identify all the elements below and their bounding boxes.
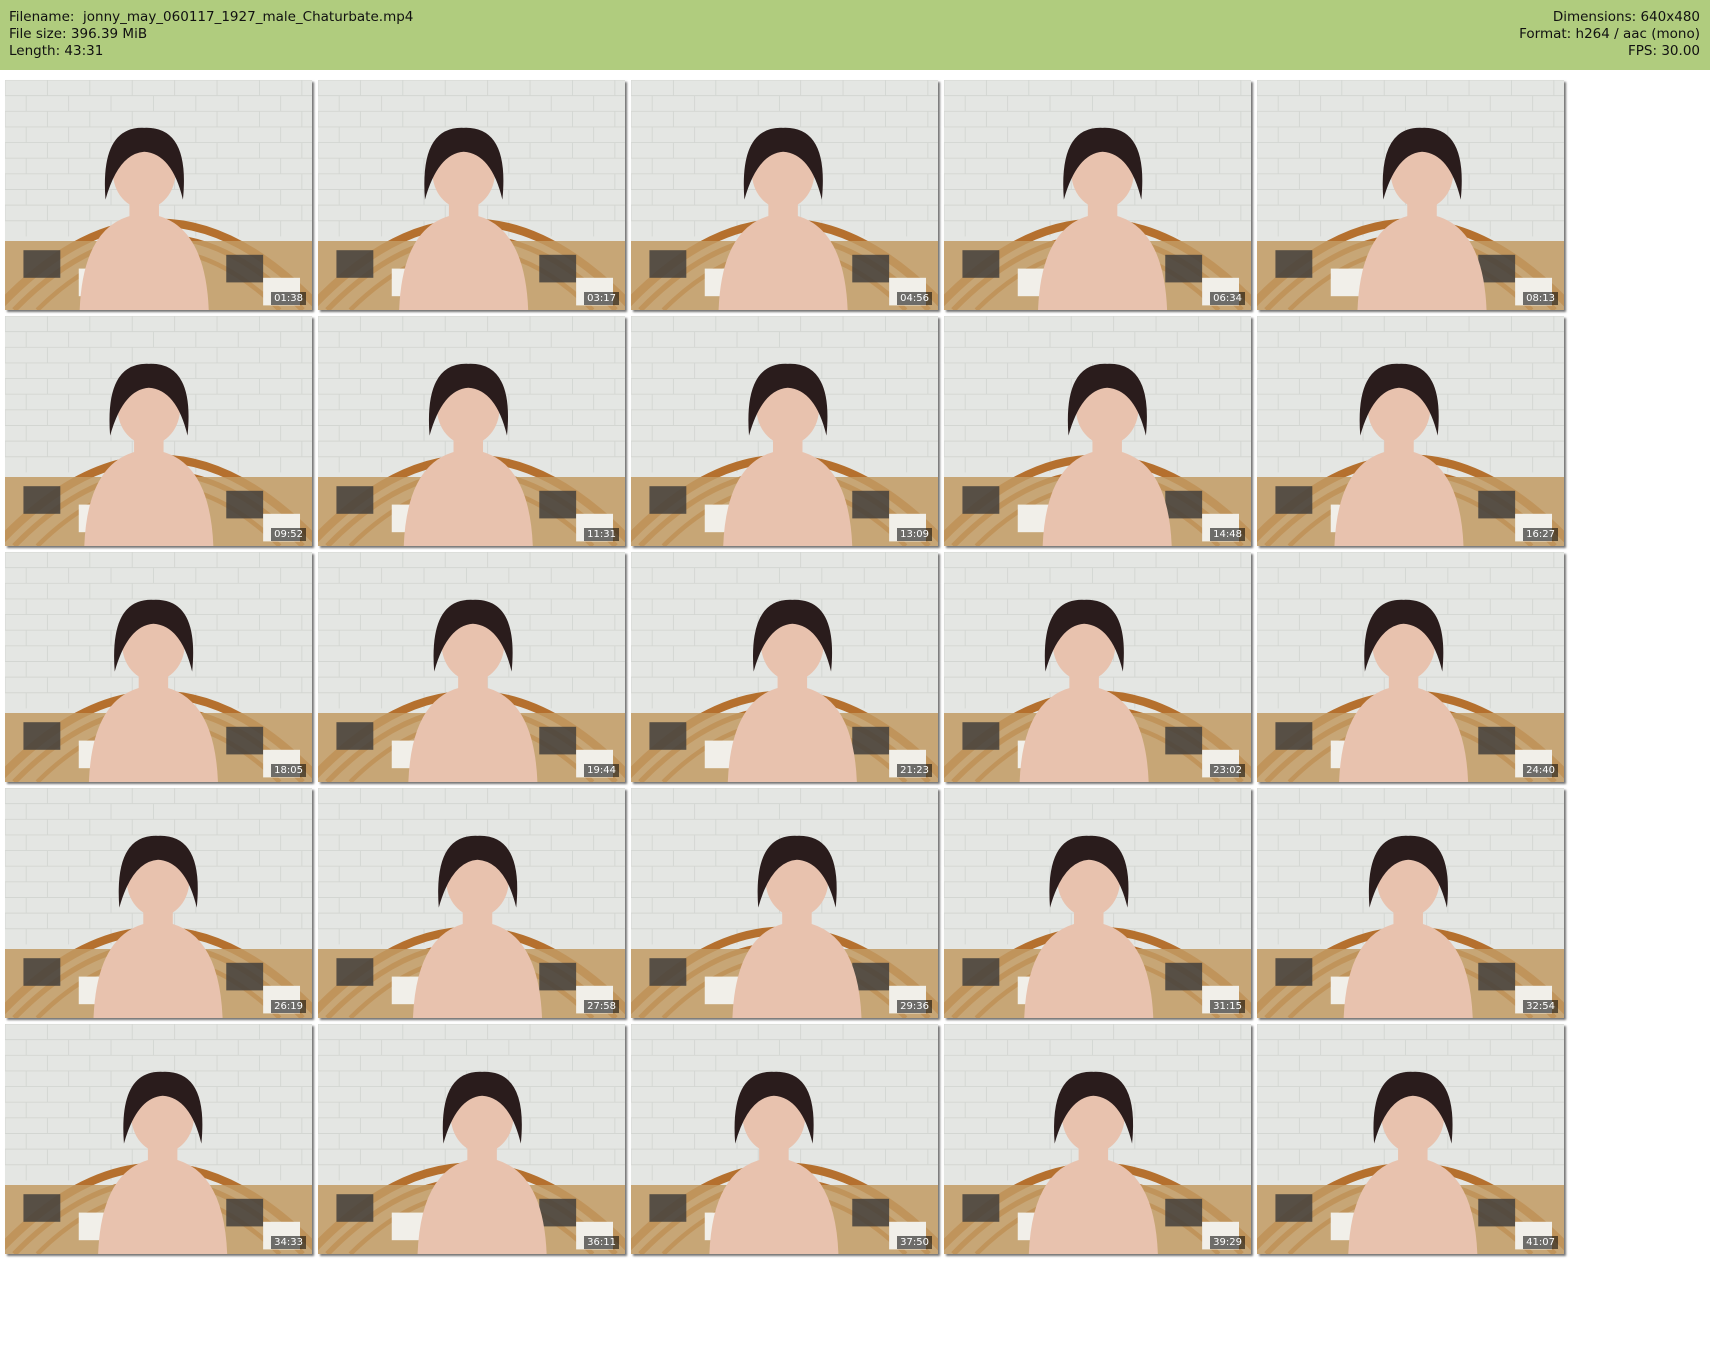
timestamp-label: 16:27: [1523, 528, 1558, 541]
timestamp-label: 26:19: [271, 1000, 306, 1013]
thumbnail: 29:36: [631, 788, 938, 1018]
timestamp-label: 19:44: [584, 764, 619, 777]
fps-label: FPS:: [1628, 43, 1658, 59]
thumbnail-image: [318, 552, 625, 782]
thumbnail-image: [5, 1024, 312, 1254]
timestamp-label: 37:50: [897, 1236, 932, 1249]
filename-value: jonny_may_060117_1927_male_Chaturbate.mp…: [83, 9, 414, 25]
thumbnail: 14:48: [944, 316, 1251, 546]
thumbnail: 11:31: [318, 316, 625, 546]
thumbnail-image: [1257, 552, 1564, 782]
thumbnail: 23:02: [944, 552, 1251, 782]
timestamp-label: 01:38: [271, 292, 306, 305]
thumbnail: 37:50: [631, 1024, 938, 1254]
length-row: Length: 43:31: [9, 43, 413, 60]
timestamp-label: 29:36: [897, 1000, 932, 1013]
format-row: Format: h264 / aac (mono): [1519, 26, 1700, 43]
filename-row: Filename: jonny_may_060117_1927_male_Cha…: [9, 9, 413, 26]
thumbnail-image: [1257, 80, 1564, 310]
timestamp-label: 03:17: [584, 292, 619, 305]
thumbnail-grid: 01:38 03:17 04:56 06:34 08:13 09:52 11:3…: [5, 80, 1705, 1365]
timestamp-label: 04:56: [897, 292, 932, 305]
thumbnail: 13:09: [631, 316, 938, 546]
timestamp-label: 32:54: [1523, 1000, 1558, 1013]
thumbnail-image: [631, 316, 938, 546]
thumbnail-image: [944, 80, 1251, 310]
timestamp-label: 14:48: [1210, 528, 1245, 541]
thumbnail-image: [318, 316, 625, 546]
timestamp-label: 24:40: [1523, 764, 1558, 777]
thumbnail-image: [944, 788, 1251, 1018]
thumbnail: 06:34: [944, 80, 1251, 310]
thumbnail: 16:27: [1257, 316, 1564, 546]
dimensions-label: Dimensions:: [1552, 9, 1637, 25]
thumbnail: 18:05: [5, 552, 312, 782]
thumbnail-image: [631, 552, 938, 782]
file-info-right: Dimensions: 640x480 Format: h264 / aac (…: [1519, 9, 1700, 60]
timestamp-label: 18:05: [271, 764, 306, 777]
filesize-label: File size:: [9, 26, 67, 42]
thumbnail: 36:11: [318, 1024, 625, 1254]
thumbnail-image: [631, 788, 938, 1018]
thumbnail-image: [318, 1024, 625, 1254]
thumbnail: 24:40: [1257, 552, 1564, 782]
thumbnail-image: [1257, 788, 1564, 1018]
timestamp-label: 23:02: [1210, 764, 1245, 777]
thumbnail: 08:13: [1257, 80, 1564, 310]
timestamp-label: 27:58: [584, 1000, 619, 1013]
thumbnail: 01:38: [5, 80, 312, 310]
timestamp-label: 13:09: [897, 528, 932, 541]
thumbnail-image: [318, 80, 625, 310]
timestamp-label: 11:31: [584, 528, 619, 541]
filesize-row: File size: 396.39 MiB: [9, 26, 413, 43]
thumbnail-image: [1257, 1024, 1564, 1254]
thumbnail: 04:56: [631, 80, 938, 310]
thumbnail: 34:33: [5, 1024, 312, 1254]
fps-value: 30.00: [1661, 43, 1700, 59]
timestamp-label: 36:11: [584, 1236, 619, 1249]
filesize-value: 396.39 MiB: [70, 26, 148, 42]
length-value: 43:31: [64, 43, 104, 59]
timestamp-label: 34:33: [271, 1236, 306, 1249]
thumbnail: 21:23: [631, 552, 938, 782]
thumbnail-image: [631, 80, 938, 310]
fps-row: FPS: 30.00: [1519, 43, 1700, 60]
thumbnail: 39:29: [944, 1024, 1251, 1254]
thumbnail: 26:19: [5, 788, 312, 1018]
thumbnail: 19:44: [318, 552, 625, 782]
length-label: Length:: [9, 43, 61, 59]
thumbnail-image: [1257, 316, 1564, 546]
thumbnail: 03:17: [318, 80, 625, 310]
thumbnail-image: [5, 788, 312, 1018]
thumbnail-image: [631, 1024, 938, 1254]
thumbnail: 31:15: [944, 788, 1251, 1018]
timestamp-label: 09:52: [271, 528, 306, 541]
timestamp-label: 06:34: [1210, 292, 1245, 305]
thumbnail: 41:07: [1257, 1024, 1564, 1254]
timestamp-label: 21:23: [897, 764, 932, 777]
dimensions-value: 640x480: [1640, 9, 1700, 25]
format-value: h264 / aac (mono): [1575, 26, 1700, 42]
thumbnail: 09:52: [5, 316, 312, 546]
filename-label: Filename:: [9, 9, 75, 25]
thumbnail-image: [944, 552, 1251, 782]
thumbnail-image: [5, 80, 312, 310]
thumbnail-image: [318, 788, 625, 1018]
dimensions-row: Dimensions: 640x480: [1519, 9, 1700, 26]
timestamp-label: 31:15: [1210, 1000, 1245, 1013]
thumbnail-image: [944, 1024, 1251, 1254]
file-info-left: Filename: jonny_may_060117_1927_male_Cha…: [9, 9, 413, 60]
thumbnail-image: [5, 552, 312, 782]
timestamp-label: 08:13: [1523, 292, 1558, 305]
format-label: Format:: [1519, 26, 1572, 42]
thumbnail-image: [944, 316, 1251, 546]
timestamp-label: 39:29: [1210, 1236, 1245, 1249]
thumbnail: 32:54: [1257, 788, 1564, 1018]
thumbnail: 27:58: [318, 788, 625, 1018]
thumbnail-image: [5, 316, 312, 546]
info-header: Filename: jonny_may_060117_1927_male_Cha…: [0, 0, 1710, 70]
timestamp-label: 41:07: [1523, 1236, 1558, 1249]
